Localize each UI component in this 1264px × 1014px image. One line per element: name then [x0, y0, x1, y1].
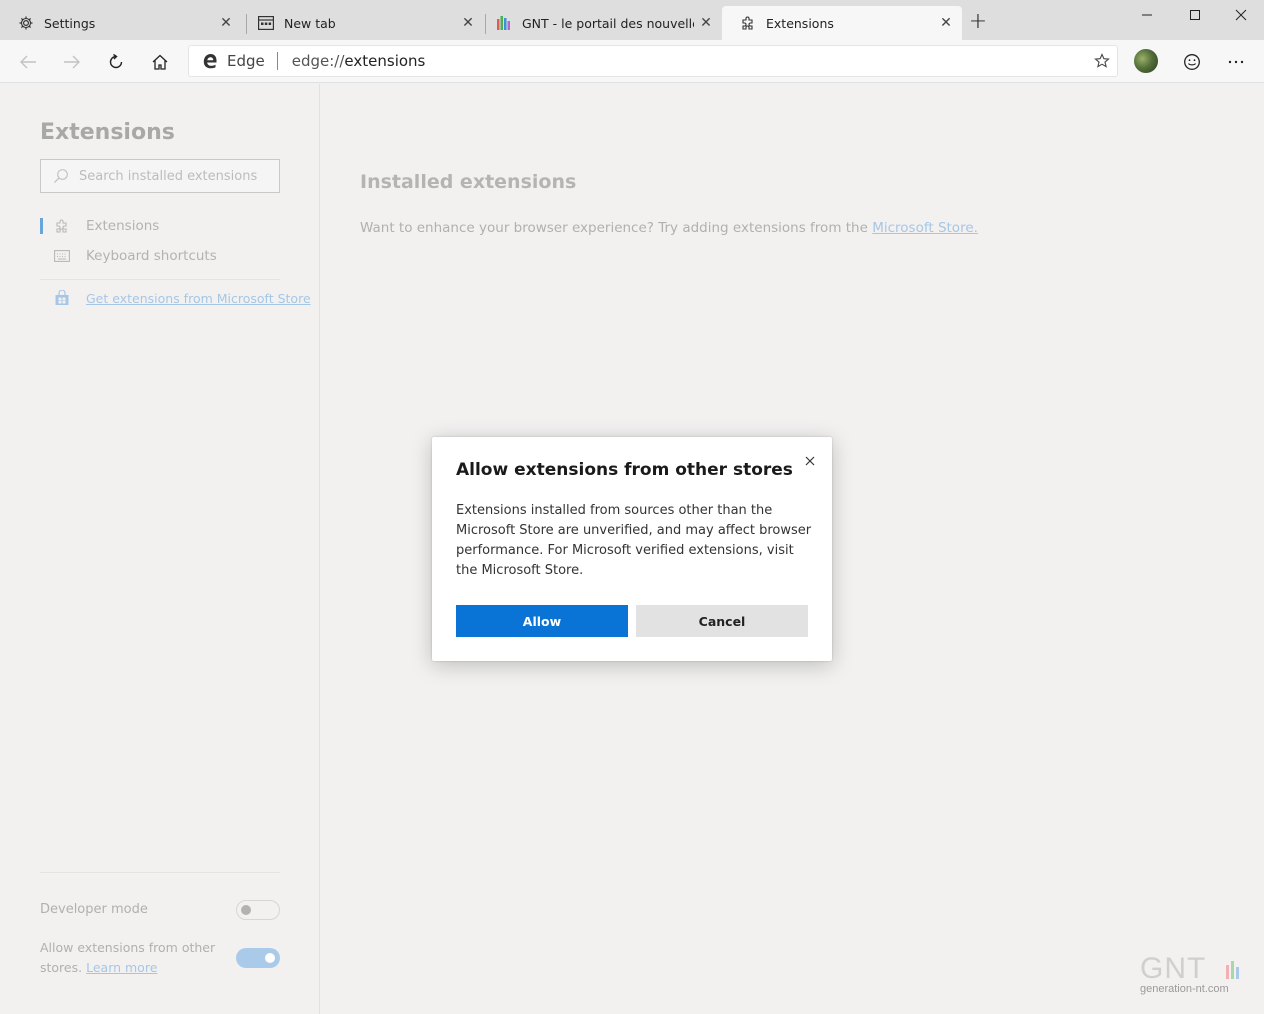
installed-extensions-heading: Installed extensions: [360, 171, 577, 193]
star-icon: [1094, 53, 1110, 68]
puzzle-icon: [740, 15, 756, 31]
page-title: Extensions: [40, 120, 175, 145]
search-box[interactable]: [40, 159, 280, 193]
tab-title: GNT - le portail des nouvelles te: [522, 15, 694, 31]
sidebar-item-label: Extensions: [86, 218, 160, 234]
home-icon: [152, 54, 168, 70]
tab-extensions[interactable]: Extensions ✕: [722, 6, 962, 40]
feedback-button[interactable]: [1176, 46, 1208, 78]
maximize-icon: [1190, 10, 1200, 20]
close-window-button[interactable]: [1218, 0, 1264, 30]
tab-new-tab[interactable]: New tab ✕: [240, 6, 484, 40]
minimize-button[interactable]: [1124, 0, 1170, 30]
dialog-close-button[interactable]: [800, 451, 820, 471]
url-scheme: edge://: [291, 52, 345, 70]
learn-more-link[interactable]: Learn more: [86, 960, 157, 975]
microsoft-store-link[interactable]: Microsoft Store.: [872, 220, 978, 236]
empty-state-text: Want to enhance your browser experience?…: [360, 220, 978, 236]
allow-extensions-dialog: Allow extensions from other stores Exten…: [432, 437, 832, 661]
puzzle-icon: [54, 218, 70, 234]
edge-logo-icon: [201, 52, 219, 70]
minimize-icon: [1142, 14, 1152, 16]
ellipsis-icon: [1228, 60, 1244, 64]
allow-other-stores-toggle[interactable]: [236, 948, 280, 968]
browser-toolbar: Edge edge://extensions: [0, 40, 1264, 83]
forward-arrow-icon: [64, 55, 80, 69]
smiley-icon: [1184, 54, 1200, 70]
edge-brand-label: Edge: [227, 52, 265, 70]
address-bar[interactable]: Edge edge://extensions: [188, 45, 1118, 77]
dialog-body: Extensions installed from sources other …: [456, 503, 812, 578]
sidebar-item-extensions[interactable]: Extensions: [40, 214, 300, 238]
close-icon[interactable]: ✕: [456, 15, 480, 31]
store-bag-icon: [54, 290, 70, 306]
tab-settings[interactable]: Settings ✕: [0, 6, 242, 40]
keyboard-icon: [54, 248, 70, 264]
favorite-star-button[interactable]: [1087, 53, 1117, 69]
url-path: extensions: [344, 52, 426, 70]
newtab-icon: [258, 15, 274, 31]
url-text[interactable]: edge://extensions: [292, 52, 1087, 70]
sidebar: Extensions Extensions Keyboard shortcuts: [0, 84, 320, 1014]
developer-mode-toggle[interactable]: [236, 900, 280, 920]
watermark-bars-icon: [1226, 961, 1239, 979]
close-icon[interactable]: ✕: [694, 15, 718, 31]
close-icon[interactable]: ✕: [214, 15, 238, 31]
get-extensions-link[interactable]: Get extensions from Microsoft Store: [54, 290, 311, 306]
forward-button[interactable]: [56, 46, 88, 78]
refresh-button[interactable]: [100, 46, 132, 78]
tab-gnt[interactable]: GNT - le portail des nouvelles te ✕: [478, 6, 722, 40]
address-divider: [276, 52, 278, 70]
gnt-watermark: GNT generation-nt.com: [1140, 954, 1250, 995]
home-button[interactable]: [144, 46, 176, 78]
dialog-title: Allow extensions from other stores: [456, 460, 793, 480]
more-menu-button[interactable]: [1220, 46, 1252, 78]
sidebar-item-keyboard-shortcuts[interactable]: Keyboard shortcuts: [40, 244, 300, 268]
refresh-icon: [109, 53, 123, 69]
sidebar-divider: [40, 872, 280, 873]
allow-button[interactable]: Allow: [456, 605, 628, 637]
allow-other-stores-text: Allow extensions from other stores. Lear…: [40, 938, 220, 978]
gear-icon: [18, 15, 34, 31]
selected-indicator: [40, 218, 43, 234]
toggle-knob: [241, 905, 251, 915]
new-tab-button[interactable]: +: [966, 10, 990, 34]
developer-mode-label: Developer mode: [40, 902, 148, 917]
selected-indicator: [40, 248, 43, 264]
sidebar-item-label: Keyboard shortcuts: [86, 248, 217, 264]
get-extensions-label: Get extensions from Microsoft Store: [86, 290, 311, 306]
back-button[interactable]: [12, 46, 44, 78]
sidebar-divider: [40, 279, 280, 280]
back-arrow-icon: [20, 55, 36, 69]
search-input[interactable]: [79, 168, 259, 184]
close-icon[interactable]: ✕: [934, 15, 958, 31]
tab-strip: Settings ✕ New tab ✕ GNT - le portail de…: [0, 0, 1264, 40]
empty-state-label: Want to enhance your browser experience?…: [360, 220, 868, 236]
maximize-button[interactable]: [1172, 0, 1218, 30]
close-icon: [805, 456, 815, 466]
tab-title: Settings: [44, 15, 96, 31]
profile-avatar[interactable]: [1134, 49, 1158, 73]
cancel-button[interactable]: Cancel: [636, 605, 808, 637]
close-icon: [1235, 9, 1247, 21]
watermark-site: generation-nt.com: [1140, 983, 1229, 995]
tab-title: Extensions: [766, 15, 834, 31]
search-icon: [53, 168, 69, 184]
gnt-favicon-icon: [496, 15, 512, 31]
tab-title: New tab: [284, 15, 336, 31]
toggle-knob: [265, 953, 275, 963]
